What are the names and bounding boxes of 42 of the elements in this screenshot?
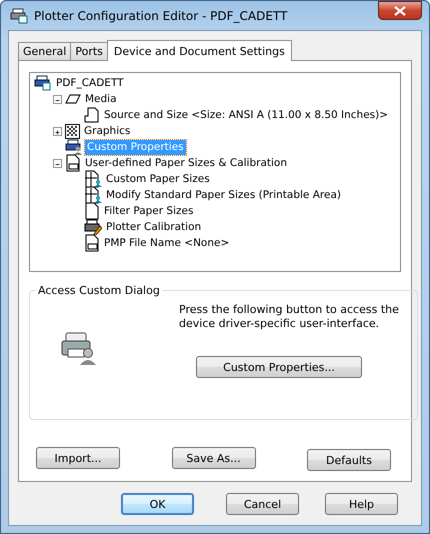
close-button[interactable] <box>378 1 422 20</box>
tab[interactable]: General <box>18 42 72 60</box>
expand-toggle[interactable] <box>53 126 62 136</box>
page-printer-icon <box>84 234 100 252</box>
custom-properties-button[interactable]: Custom Properties... <box>196 356 362 378</box>
description-text: Press the following button to access the device driver-specific user-interface. <box>179 303 400 331</box>
panel-button[interactable]: Save As... <box>172 447 256 469</box>
panel-button[interactable]: Defaults <box>307 449 391 471</box>
page-user-icon <box>84 186 102 204</box>
tab[interactable]: Device and Document Settings <box>106 40 292 61</box>
printer-user-icon <box>65 139 83 155</box>
tree-item[interactable]: Custom Paper Sizes <box>104 172 212 186</box>
group-title: Access Custom Dialog <box>37 284 161 297</box>
tree-item[interactable]: Plotter Calibration <box>104 220 204 234</box>
printer-pencil-icon <box>84 219 102 235</box>
plus-icon <box>54 128 61 136</box>
dialog-button[interactable]: OK <box>121 493 194 515</box>
tree-item[interactable]: PMP File Name <None> <box>102 236 232 250</box>
paper-sheet-icon <box>65 94 81 104</box>
printer-icon <box>34 75 52 91</box>
page-user-icon <box>84 170 102 188</box>
tab[interactable]: Ports <box>70 42 108 60</box>
page-icon <box>84 202 100 220</box>
paper-tray-icon <box>84 107 100 123</box>
expand-toggle[interactable] <box>53 94 62 104</box>
page-printer-icon <box>65 154 81 172</box>
tree-item[interactable]: Modify Standard Paper Sizes (Printable Area) <box>104 188 343 202</box>
tree-item[interactable]: Filter Paper Sizes <box>102 204 196 218</box>
printer-user-icon <box>60 331 96 365</box>
close-icon <box>394 6 406 16</box>
dialog-button[interactable]: Cancel <box>226 493 299 515</box>
tree-item[interactable]: User-defined Paper Sizes & Calibration <box>83 156 289 170</box>
tree-item[interactable]: Graphics <box>82 124 132 138</box>
tree-item[interactable]: PDF_CADETT <box>54 76 126 90</box>
printer-icon <box>10 8 28 24</box>
tree-item[interactable]: Media <box>83 92 119 106</box>
pattern-icon <box>65 124 80 138</box>
panel-button[interactable]: Import... <box>36 447 120 469</box>
window-title: Plotter Configuration Editor - PDF_CADETT <box>34 8 288 22</box>
tree-item[interactable]: Source and Size <Size: ANSI A (11.00 x 8.50 Inches)> <box>102 108 390 122</box>
expand-toggle[interactable] <box>53 158 62 168</box>
dialog-button[interactable]: Help <box>325 493 398 515</box>
